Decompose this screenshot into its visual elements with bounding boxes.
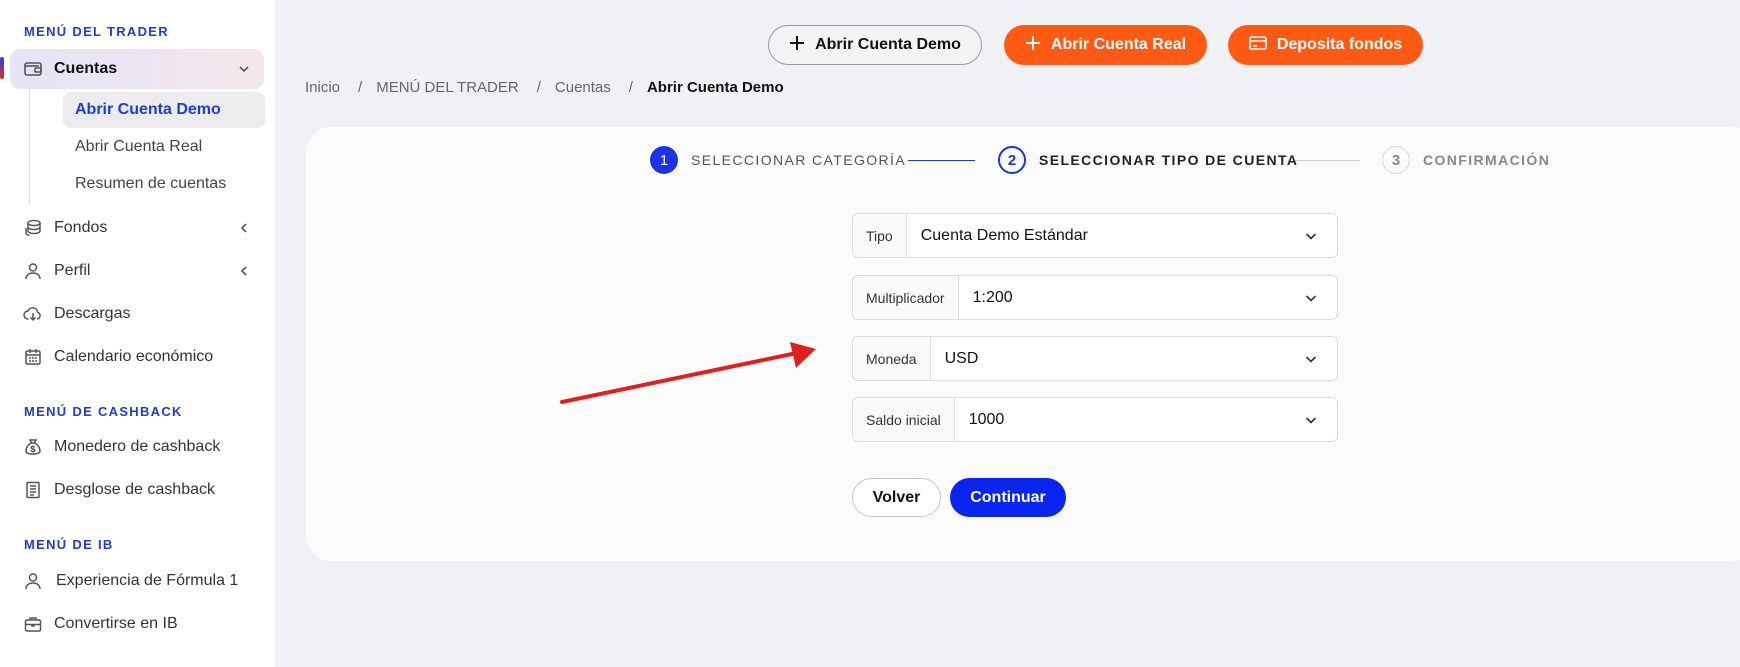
back-button[interactable]: Volver [852,478,941,517]
sidebar-item-label: Cuentas [54,60,118,77]
chevron-down-icon [1303,351,1319,367]
step-number: 2 [998,146,1026,174]
open-real-account-label: Abrir Cuenta Real [1050,36,1187,53]
sidebar-item-label: Perfil [54,262,91,279]
multiplicador-label: Multiplicador [853,276,959,319]
chevron-left-icon [236,263,252,279]
user-icon [22,570,44,592]
chevron-down-icon [1303,290,1319,306]
money-bag-icon [22,436,44,458]
chevron-left-icon [236,220,252,236]
briefcase-icon [22,613,44,635]
plus-icon [1025,35,1041,56]
receipt-icon [22,479,44,501]
sidebar-item-label: Descargas [54,305,131,322]
breadcrumb-current: Abrir Cuenta Demo [646,79,784,96]
moneda-label: Moneda [853,337,931,380]
breadcrumb-item[interactable]: Inicio [305,79,340,96]
step-connector [1295,160,1360,161]
sidebar-item-calendario[interactable]: Calendario económico [10,337,264,377]
step-number: 3 [1382,146,1410,174]
sidebar-item-label: Convertirse en IB [54,615,178,632]
breadcrumb-separator: / [358,79,363,96]
deposit-funds-label: Deposita fondos [1276,36,1403,53]
active-indicator [0,57,4,79]
sidebar-item-descargas[interactable]: Descargas [10,294,264,334]
ib-menu-title: MENÚ DE IB [24,537,114,552]
tipo-label: Tipo [853,214,907,257]
sidebar-item-label: Calendario económico [54,348,214,365]
sidebar-subitem-abrir-real[interactable]: Abrir Cuenta Real [63,129,265,165]
multiplicador-value: 1:200 [972,288,1013,306]
credit-card-icon [1249,35,1267,55]
sidebar-subitem-abrir-demo[interactable]: Abrir Cuenta Demo [63,92,265,128]
saldo-inicial-label: Saldo inicial [853,398,955,441]
submenu-line [29,86,30,204]
sidebar-subitem-resumen[interactable]: Resumen de cuentas [63,166,265,202]
sidebar-item-monedero[interactable]: Monedero de cashback [10,427,264,467]
step-label: SELECCIONAR CATEGORÍA [691,152,907,168]
open-demo-account-button[interactable]: Abrir Cuenta Demo [768,25,982,65]
saldo-inicial-value: 1000 [968,410,1005,428]
step-2: 2 SELECCIONAR TIPO DE CUENTA [998,146,1298,174]
continue-button[interactable]: Continuar [950,478,1066,517]
chevron-down-icon [1303,228,1319,244]
step-label: SELECCIONAR TIPO DE CUENTA [1039,152,1299,168]
user-icon [22,260,44,282]
breadcrumb-separator: / [628,79,633,96]
multiplicador-select[interactable]: Multiplicador 1:200 [852,275,1338,320]
cashback-menu-title: MENÚ DE CASHBACK [24,404,183,419]
breadcrumb-item[interactable]: MENÚ DEL TRADER [376,79,519,96]
sidebar-item-label: Desglose de cashback [54,481,215,498]
sidebar-item-cuentas[interactable]: Cuentas [10,49,264,89]
tipo-value: Cuenta Demo Estándar [920,226,1088,244]
step-1: 1 SELECCIONAR CATEGORÍA [650,146,906,174]
sidebar: MENÚ DEL TRADER Cuentas Abrir Cuenta Dem… [0,0,275,667]
plus-icon [789,35,805,56]
sidebar-item-label: Fondos [54,219,108,236]
moneda-select[interactable]: Moneda USD [852,336,1338,381]
cloud-download-icon [22,303,44,325]
open-real-account-button[interactable]: Abrir Cuenta Real [1004,25,1207,65]
open-demo-account-label: Abrir Cuenta Demo [815,36,961,53]
saldo-inicial-select[interactable]: Saldo inicial 1000 [852,397,1338,442]
step-3: 3 CONFIRMACIÓN [1382,146,1550,174]
sidebar-item-label: Experiencia de Fórmula 1 [56,572,239,589]
calendar-icon [22,346,44,368]
coins-icon [22,217,44,239]
moneda-value: USD [944,349,979,367]
step-connector [908,160,975,161]
breadcrumb: Inicio / MENÚ DEL TRADER / Cuentas / Abr… [305,79,784,96]
sidebar-item-desglose[interactable]: Desglose de cashback [10,470,264,510]
sidebar-item-convertirse[interactable]: Convertirse en IB [10,604,264,644]
sidebar-item-fondos[interactable]: Fondos [10,208,264,248]
step-label: CONFIRMACIÓN [1423,152,1551,168]
chevron-down-icon [236,61,252,77]
tipo-select[interactable]: Tipo Cuenta Demo Estándar [852,213,1338,258]
breadcrumb-separator: / [536,79,541,96]
sidebar-item-label: Monedero de cashback [54,438,221,455]
sidebar-item-perfil[interactable]: Perfil [10,251,264,291]
step-number: 1 [650,146,678,174]
deposit-funds-button[interactable]: Deposita fondos [1228,25,1423,65]
annotation-arrow-icon [560,342,816,404]
sidebar-item-experiencia[interactable]: Experiencia de Fórmula 1 [10,561,264,601]
wallet-icon [22,58,44,80]
chevron-down-icon [1303,412,1319,428]
breadcrumb-item[interactable]: Cuentas [555,79,611,96]
trader-menu-title: MENÚ DEL TRADER [24,24,169,39]
